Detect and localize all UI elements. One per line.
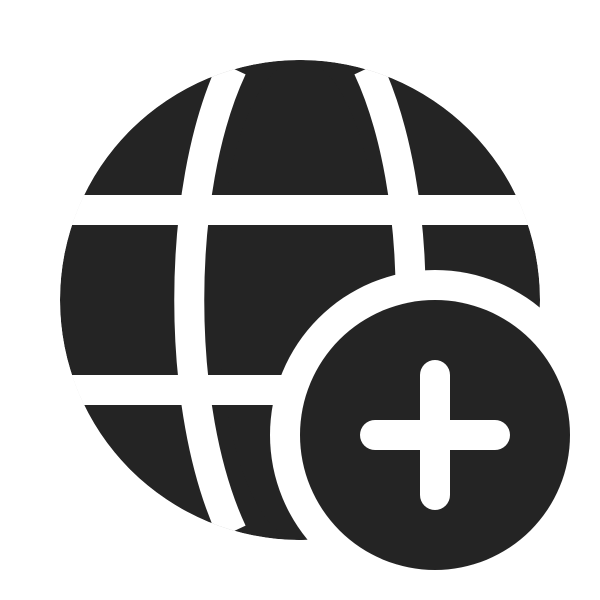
globe-add-icon bbox=[60, 60, 600, 600]
icon-canvas bbox=[0, 0, 600, 600]
add-badge-icon bbox=[270, 270, 600, 600]
